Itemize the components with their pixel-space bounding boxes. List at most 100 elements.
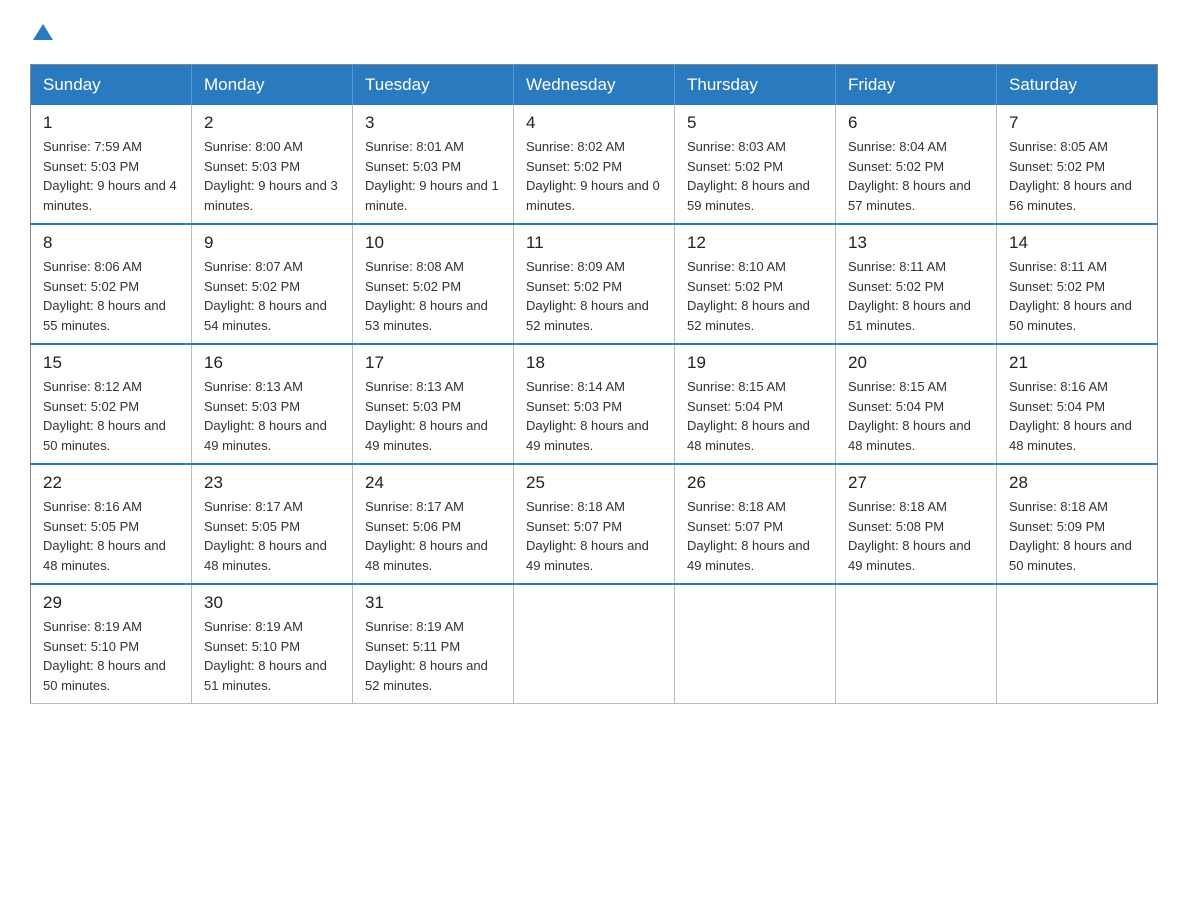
- day-info: Sunrise: 8:09 AM Sunset: 5:02 PM Dayligh…: [526, 257, 662, 335]
- day-number: 11: [526, 233, 662, 253]
- calendar-day-cell: 19 Sunrise: 8:15 AM Sunset: 5:04 PM Dayl…: [675, 344, 836, 464]
- calendar-header-row: SundayMondayTuesdayWednesdayThursdayFrid…: [31, 65, 1158, 106]
- calendar-day-cell: [675, 584, 836, 704]
- day-number: 10: [365, 233, 501, 253]
- calendar-day-cell: 26 Sunrise: 8:18 AM Sunset: 5:07 PM Dayl…: [675, 464, 836, 584]
- day-info: Sunrise: 8:05 AM Sunset: 5:02 PM Dayligh…: [1009, 137, 1145, 215]
- calendar-day-cell: 30 Sunrise: 8:19 AM Sunset: 5:10 PM Dayl…: [192, 584, 353, 704]
- day-number: 17: [365, 353, 501, 373]
- day-number: 2: [204, 113, 340, 133]
- day-info: Sunrise: 8:13 AM Sunset: 5:03 PM Dayligh…: [204, 377, 340, 455]
- calendar-day-cell: 3 Sunrise: 8:01 AM Sunset: 5:03 PM Dayli…: [353, 105, 514, 224]
- day-number: 5: [687, 113, 823, 133]
- calendar-day-header: Tuesday: [353, 65, 514, 106]
- day-number: 12: [687, 233, 823, 253]
- calendar-day-cell: 7 Sunrise: 8:05 AM Sunset: 5:02 PM Dayli…: [997, 105, 1158, 224]
- calendar-day-cell: 9 Sunrise: 8:07 AM Sunset: 5:02 PM Dayli…: [192, 224, 353, 344]
- day-number: 6: [848, 113, 984, 133]
- calendar-day-cell: 20 Sunrise: 8:15 AM Sunset: 5:04 PM Dayl…: [836, 344, 997, 464]
- calendar-day-cell: 27 Sunrise: 8:18 AM Sunset: 5:08 PM Dayl…: [836, 464, 997, 584]
- day-info: Sunrise: 8:18 AM Sunset: 5:08 PM Dayligh…: [848, 497, 984, 575]
- calendar-day-cell: 21 Sunrise: 8:16 AM Sunset: 5:04 PM Dayl…: [997, 344, 1158, 464]
- day-number: 3: [365, 113, 501, 133]
- calendar-day-cell: 4 Sunrise: 8:02 AM Sunset: 5:02 PM Dayli…: [514, 105, 675, 224]
- day-info: Sunrise: 8:18 AM Sunset: 5:09 PM Dayligh…: [1009, 497, 1145, 575]
- calendar-week-row: 8 Sunrise: 8:06 AM Sunset: 5:02 PM Dayli…: [31, 224, 1158, 344]
- day-info: Sunrise: 8:07 AM Sunset: 5:02 PM Dayligh…: [204, 257, 340, 335]
- day-number: 16: [204, 353, 340, 373]
- calendar-day-cell: 14 Sunrise: 8:11 AM Sunset: 5:02 PM Dayl…: [997, 224, 1158, 344]
- calendar-week-row: 22 Sunrise: 8:16 AM Sunset: 5:05 PM Dayl…: [31, 464, 1158, 584]
- calendar-day-cell: 17 Sunrise: 8:13 AM Sunset: 5:03 PM Dayl…: [353, 344, 514, 464]
- calendar-day-cell: 16 Sunrise: 8:13 AM Sunset: 5:03 PM Dayl…: [192, 344, 353, 464]
- day-number: 29: [43, 593, 179, 613]
- calendar-day-header: Saturday: [997, 65, 1158, 106]
- calendar-day-cell: 8 Sunrise: 8:06 AM Sunset: 5:02 PM Dayli…: [31, 224, 192, 344]
- day-number: 28: [1009, 473, 1145, 493]
- calendar-day-cell: 12 Sunrise: 8:10 AM Sunset: 5:02 PM Dayl…: [675, 224, 836, 344]
- day-info: Sunrise: 8:11 AM Sunset: 5:02 PM Dayligh…: [848, 257, 984, 335]
- day-number: 7: [1009, 113, 1145, 133]
- calendar-day-header: Wednesday: [514, 65, 675, 106]
- day-info: Sunrise: 8:15 AM Sunset: 5:04 PM Dayligh…: [687, 377, 823, 455]
- day-info: Sunrise: 8:08 AM Sunset: 5:02 PM Dayligh…: [365, 257, 501, 335]
- day-number: 24: [365, 473, 501, 493]
- calendar-day-cell: 24 Sunrise: 8:17 AM Sunset: 5:06 PM Dayl…: [353, 464, 514, 584]
- day-info: Sunrise: 8:16 AM Sunset: 5:04 PM Dayligh…: [1009, 377, 1145, 455]
- day-info: Sunrise: 8:02 AM Sunset: 5:02 PM Dayligh…: [526, 137, 662, 215]
- day-info: Sunrise: 8:13 AM Sunset: 5:03 PM Dayligh…: [365, 377, 501, 455]
- calendar-day-cell: 15 Sunrise: 8:12 AM Sunset: 5:02 PM Dayl…: [31, 344, 192, 464]
- calendar-day-cell: 22 Sunrise: 8:16 AM Sunset: 5:05 PM Dayl…: [31, 464, 192, 584]
- day-number: 18: [526, 353, 662, 373]
- day-info: Sunrise: 8:17 AM Sunset: 5:06 PM Dayligh…: [365, 497, 501, 575]
- day-number: 19: [687, 353, 823, 373]
- day-number: 21: [1009, 353, 1145, 373]
- calendar-week-row: 15 Sunrise: 8:12 AM Sunset: 5:02 PM Dayl…: [31, 344, 1158, 464]
- day-info: Sunrise: 8:16 AM Sunset: 5:05 PM Dayligh…: [43, 497, 179, 575]
- calendar-day-cell: 18 Sunrise: 8:14 AM Sunset: 5:03 PM Dayl…: [514, 344, 675, 464]
- calendar-day-cell: 23 Sunrise: 8:17 AM Sunset: 5:05 PM Dayl…: [192, 464, 353, 584]
- day-number: 15: [43, 353, 179, 373]
- calendar-day-cell: 31 Sunrise: 8:19 AM Sunset: 5:11 PM Dayl…: [353, 584, 514, 704]
- calendar-day-header: Monday: [192, 65, 353, 106]
- calendar-day-cell: 29 Sunrise: 8:19 AM Sunset: 5:10 PM Dayl…: [31, 584, 192, 704]
- logo-triangle-icon: [32, 22, 54, 44]
- calendar-day-cell: [997, 584, 1158, 704]
- calendar-day-cell: 5 Sunrise: 8:03 AM Sunset: 5:02 PM Dayli…: [675, 105, 836, 224]
- calendar-day-cell: 13 Sunrise: 8:11 AM Sunset: 5:02 PM Dayl…: [836, 224, 997, 344]
- calendar-week-row: 29 Sunrise: 8:19 AM Sunset: 5:10 PM Dayl…: [31, 584, 1158, 704]
- day-info: Sunrise: 8:03 AM Sunset: 5:02 PM Dayligh…: [687, 137, 823, 215]
- calendar-day-header: Sunday: [31, 65, 192, 106]
- day-number: 20: [848, 353, 984, 373]
- day-number: 30: [204, 593, 340, 613]
- day-info: Sunrise: 7:59 AM Sunset: 5:03 PM Dayligh…: [43, 137, 179, 215]
- day-info: Sunrise: 8:15 AM Sunset: 5:04 PM Dayligh…: [848, 377, 984, 455]
- calendar-day-header: Thursday: [675, 65, 836, 106]
- calendar-table: SundayMondayTuesdayWednesdayThursdayFrid…: [30, 64, 1158, 704]
- calendar-week-row: 1 Sunrise: 7:59 AM Sunset: 5:03 PM Dayli…: [31, 105, 1158, 224]
- day-info: Sunrise: 8:17 AM Sunset: 5:05 PM Dayligh…: [204, 497, 340, 575]
- day-info: Sunrise: 8:11 AM Sunset: 5:02 PM Dayligh…: [1009, 257, 1145, 335]
- calendar-day-cell: 28 Sunrise: 8:18 AM Sunset: 5:09 PM Dayl…: [997, 464, 1158, 584]
- calendar-day-header: Friday: [836, 65, 997, 106]
- day-info: Sunrise: 8:10 AM Sunset: 5:02 PM Dayligh…: [687, 257, 823, 335]
- calendar-day-cell: 6 Sunrise: 8:04 AM Sunset: 5:02 PM Dayli…: [836, 105, 997, 224]
- calendar-day-cell: [836, 584, 997, 704]
- day-info: Sunrise: 8:12 AM Sunset: 5:02 PM Dayligh…: [43, 377, 179, 455]
- day-info: Sunrise: 8:19 AM Sunset: 5:10 PM Dayligh…: [204, 617, 340, 695]
- day-number: 8: [43, 233, 179, 253]
- logo: [30, 20, 54, 44]
- day-number: 13: [848, 233, 984, 253]
- day-number: 25: [526, 473, 662, 493]
- calendar-day-cell: 2 Sunrise: 8:00 AM Sunset: 5:03 PM Dayli…: [192, 105, 353, 224]
- day-info: Sunrise: 8:14 AM Sunset: 5:03 PM Dayligh…: [526, 377, 662, 455]
- day-number: 14: [1009, 233, 1145, 253]
- calendar-day-cell: 11 Sunrise: 8:09 AM Sunset: 5:02 PM Dayl…: [514, 224, 675, 344]
- day-number: 23: [204, 473, 340, 493]
- calendar-day-cell: 1 Sunrise: 7:59 AM Sunset: 5:03 PM Dayli…: [31, 105, 192, 224]
- day-info: Sunrise: 8:19 AM Sunset: 5:10 PM Dayligh…: [43, 617, 179, 695]
- day-info: Sunrise: 8:06 AM Sunset: 5:02 PM Dayligh…: [43, 257, 179, 335]
- day-info: Sunrise: 8:00 AM Sunset: 5:03 PM Dayligh…: [204, 137, 340, 215]
- calendar-day-cell: [514, 584, 675, 704]
- day-info: Sunrise: 8:01 AM Sunset: 5:03 PM Dayligh…: [365, 137, 501, 215]
